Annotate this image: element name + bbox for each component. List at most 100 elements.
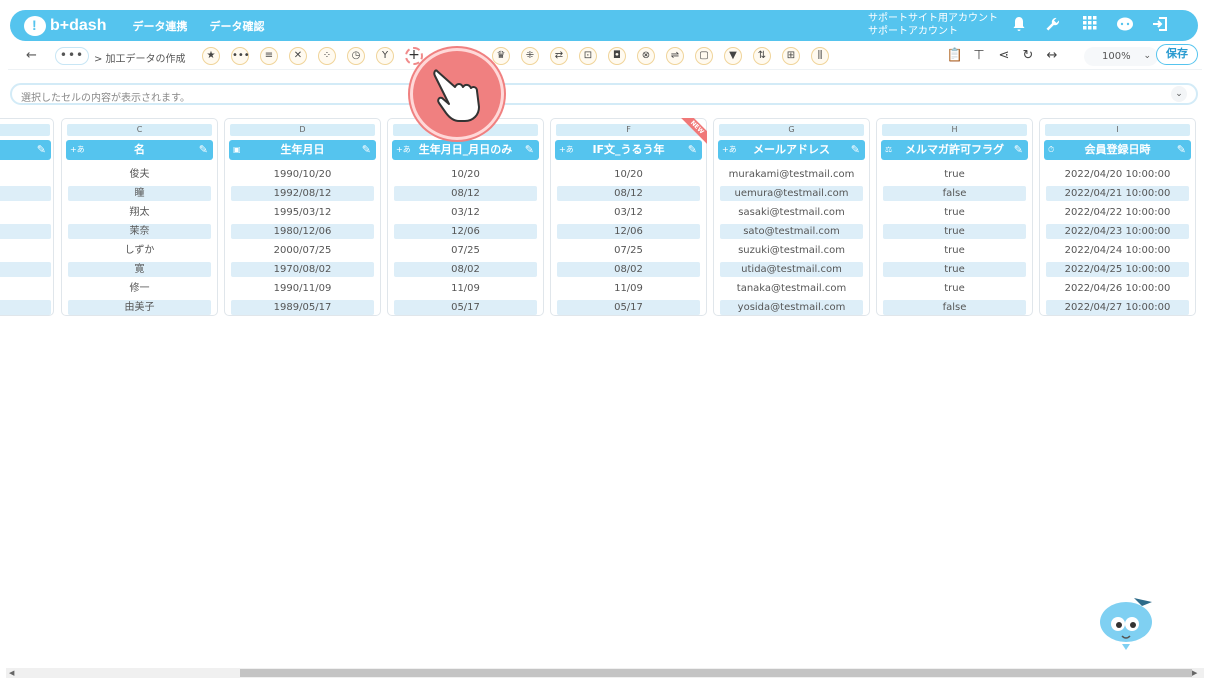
replace-tool-icon[interactable]: ⇌ (666, 47, 684, 65)
table-cell[interactable]: 2022/04/27 10:00:00 (1046, 300, 1189, 315)
flow-diagram-icon[interactable]: ⊤ (970, 47, 988, 65)
column-header[interactable]: ✎ (0, 140, 51, 160)
table-cell[interactable]: yosida@testmail.com (720, 300, 863, 315)
table-cell[interactable]: 1990/11/09 (231, 281, 374, 296)
table-cell[interactable]: 03/12 (394, 205, 537, 220)
breadcrumb-more-button[interactable]: ••• (55, 47, 89, 65)
pencil-edit-icon[interactable]: ✎ (37, 140, 46, 160)
table-tool-icon[interactable]: ⊞ (782, 47, 800, 65)
text-tool-icon[interactable]: ≡ (260, 47, 278, 65)
grid-apps-icon[interactable] (1081, 16, 1099, 34)
chat-bot-icon[interactable] (1116, 16, 1134, 34)
pencil-edit-icon[interactable]: ✎ (1014, 140, 1023, 160)
table-cell[interactable]: 1992/08/12 (231, 186, 374, 201)
more-tool-icon[interactable]: ••• (231, 47, 250, 65)
table-cell[interactable]: true (883, 262, 1026, 277)
columns-tool-icon[interactable]: ⫼ (811, 47, 829, 65)
table-cell[interactable]: 12/06 (394, 224, 537, 239)
scrollbar-thumb[interactable] (240, 669, 1192, 677)
table-cell[interactable] (0, 300, 51, 315)
nav-data-check[interactable]: データ確認 (209, 18, 264, 34)
table-cell[interactable]: 修一 (68, 281, 211, 296)
pencil-edit-icon[interactable]: ✎ (851, 140, 860, 160)
filter-tool-icon[interactable]: ▼ (724, 47, 742, 65)
table-cell[interactable]: 翔太 (68, 205, 211, 220)
nav-data-integration[interactable]: データ連携 (132, 18, 187, 34)
table-cell[interactable]: 2022/04/22 10:00:00 (1046, 205, 1189, 220)
delete-tool-icon[interactable]: ⊗ (637, 47, 655, 65)
table-cell[interactable] (0, 224, 51, 239)
table-cell[interactable]: true (883, 243, 1026, 258)
table-cell[interactable]: 08/02 (394, 262, 537, 277)
table-cell[interactable]: 2022/04/26 10:00:00 (1046, 281, 1189, 296)
wrench-icon[interactable] (1044, 16, 1062, 34)
table-cell[interactable]: true (883, 167, 1026, 182)
table-cell[interactable]: true (883, 224, 1026, 239)
frame-tool-icon[interactable]: ▢ (695, 47, 713, 65)
table-cell[interactable]: 11/09 (394, 281, 537, 296)
table-cell[interactable]: 05/17 (557, 300, 700, 315)
table-cell[interactable]: 03/12 (557, 205, 700, 220)
column-header[interactable]: ⏱ 会員登録日時 ✎ (1044, 140, 1191, 160)
expand-tool-icon[interactable]: ⁜ (521, 47, 539, 65)
pencil-edit-icon[interactable]: ✎ (362, 140, 371, 160)
table-cell[interactable]: 10/20 (394, 167, 537, 182)
sort-tool-icon[interactable]: ⇅ (753, 47, 771, 65)
table-cell[interactable]: 11/09 (557, 281, 700, 296)
table-cell[interactable]: 1990/10/20 (231, 167, 374, 182)
table-cell[interactable]: 07/25 (557, 243, 700, 258)
tools-icon[interactable]: ✕ (289, 47, 307, 65)
bell-icon[interactable] (1010, 16, 1028, 34)
pencil-edit-icon[interactable]: ✎ (1177, 140, 1186, 160)
scroll-right-icon[interactable]: ▶ (1192, 668, 1197, 678)
refresh-icon[interactable]: ↻ (1019, 47, 1037, 65)
column-header[interactable]: +あ 名 ✎ (66, 140, 213, 160)
timer-tool-icon[interactable]: ◷ (347, 47, 365, 65)
table-cell[interactable]: 2000/07/25 (231, 243, 374, 258)
add-column-icon[interactable]: + (405, 47, 423, 65)
table-cell[interactable]: 08/12 (557, 186, 700, 201)
mascot-helper-icon[interactable] (1096, 592, 1160, 652)
pencil-edit-icon[interactable]: ✎ (525, 140, 534, 160)
table-cell[interactable]: 07/25 (394, 243, 537, 258)
table-cell[interactable]: 10/20 (557, 167, 700, 182)
column-header[interactable]: ⚖ メルマガ許可フラグ ✎ (881, 140, 1028, 160)
column-header[interactable]: +あ メールアドレス ✎ (718, 140, 865, 160)
table-cell[interactable] (0, 262, 51, 277)
table-cell[interactable]: sato@testmail.com (720, 224, 863, 239)
account-info[interactable]: サポートサイト用アカウント サポートアカウント (868, 12, 998, 38)
horizontal-scrollbar[interactable]: ◀ ▶ (6, 668, 1204, 678)
column-header[interactable]: ▣ 生年月日 ✎ (229, 140, 376, 160)
table-cell[interactable]: true (883, 281, 1026, 296)
table-cell[interactable]: 1970/08/02 (231, 262, 374, 277)
table-cell[interactable]: suzuki@testmail.com (720, 243, 863, 258)
table-cell[interactable]: 由美子 (68, 300, 211, 315)
column-header[interactable]: +あ 生年月日_月日のみ ✎ (392, 140, 539, 160)
table-cell[interactable] (0, 186, 51, 201)
table-cell[interactable]: 1980/12/06 (231, 224, 374, 239)
zoom-select[interactable]: 100% ⌄ (1084, 47, 1158, 66)
back-arrow-icon[interactable]: ← (26, 48, 37, 63)
code-expand-icon[interactable]: ↔ (1043, 47, 1061, 65)
table-cell[interactable]: 08/02 (557, 262, 700, 277)
table-cell[interactable]: 2022/04/24 10:00:00 (1046, 243, 1189, 258)
table-cell[interactable]: 2022/04/25 10:00:00 (1046, 262, 1189, 277)
table-cell[interactable]: sasaki@testmail.com (720, 205, 863, 220)
split-tool-icon[interactable]: ⁘ (318, 47, 336, 65)
clipboard-icon[interactable]: 📋 (946, 47, 964, 65)
save-button[interactable]: 保存 (1156, 44, 1198, 65)
bdash-logo[interactable]: b+dash (24, 15, 106, 36)
table-cell[interactable]: 1989/05/17 (231, 300, 374, 315)
table-cell[interactable]: しずか (68, 243, 211, 258)
table-cell[interactable]: false (883, 186, 1026, 201)
table-cell[interactable]: 2022/04/20 10:00:00 (1046, 167, 1189, 182)
table-cell[interactable]: 2022/04/21 10:00:00 (1046, 186, 1189, 201)
column-header[interactable]: +あ IF文_うるう年 ✎ (555, 140, 702, 160)
scroll-left-icon[interactable]: ◀ (9, 668, 14, 678)
table-cell[interactable]: false (883, 300, 1026, 315)
table-cell[interactable]: true (883, 205, 1026, 220)
table-cell[interactable]: murakami@testmail.com (720, 167, 863, 182)
swap-tool-icon[interactable]: ⇄ (550, 47, 568, 65)
table-cell[interactable]: 1995/03/12 (231, 205, 374, 220)
table-cell[interactable]: 2022/04/23 10:00:00 (1046, 224, 1189, 239)
